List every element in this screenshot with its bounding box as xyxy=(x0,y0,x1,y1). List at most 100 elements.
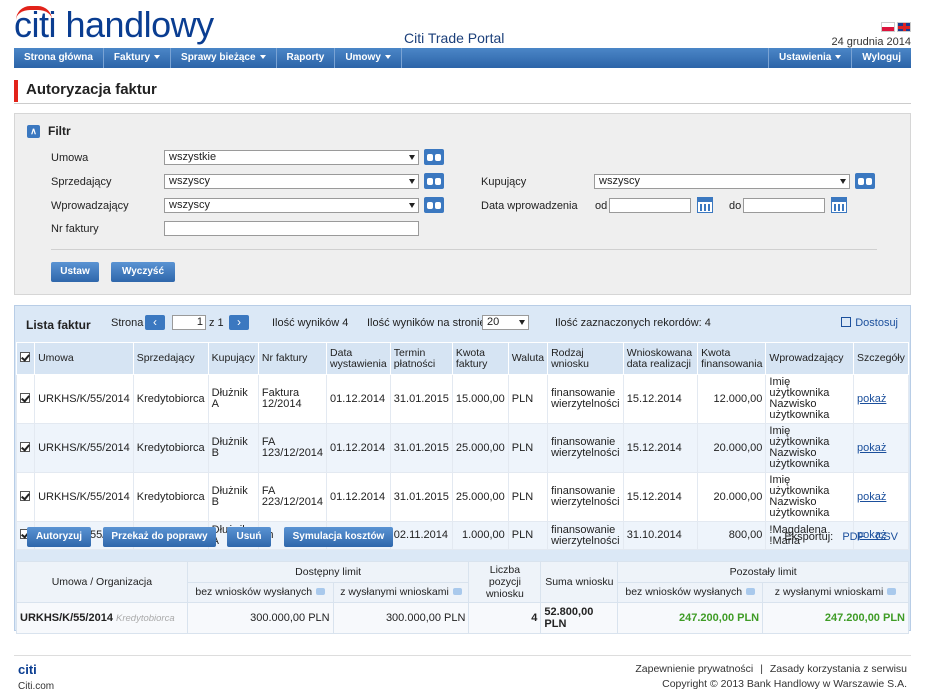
sum-col-pozostaly: Pozostały limit xyxy=(617,561,909,583)
col-kwota-faktury[interactable]: Kwota faktury xyxy=(451,342,509,375)
col-data-realizacji[interactable]: Wnioskowana data realizacji xyxy=(622,342,699,375)
info-icon[interactable] xyxy=(316,588,326,596)
binoculars-icon[interactable] xyxy=(424,197,444,213)
per-page-select[interactable]: 20 xyxy=(482,315,529,330)
nav-umowy[interactable]: Umowy xyxy=(335,48,402,68)
wprowadzajacy-select[interactable]: wszyscy xyxy=(164,198,419,213)
sum-umowa: URKHS/K/55/2014 Kredytobiorca xyxy=(16,602,188,634)
binoculars-icon[interactable] xyxy=(424,149,444,165)
edit-icon xyxy=(841,317,852,327)
cell-termin: 31.01.2015 xyxy=(389,423,453,473)
english-flag-icon[interactable] xyxy=(897,22,911,32)
symulacja-kosztow-button[interactable]: Symulacja kosztów xyxy=(284,527,393,547)
table-row: URKHS/K/55/2014 Kredytobiorca Dłużnik A … xyxy=(15,374,909,424)
info-icon[interactable] xyxy=(887,588,897,596)
sum-dost-bez: 300.000,00 PLN xyxy=(186,602,334,634)
dostosuj-link[interactable]: Dostosuj xyxy=(841,317,898,329)
sum-poz-bez: 247.200,00 PLN xyxy=(617,602,764,634)
page-input[interactable]: 1 xyxy=(172,315,206,330)
citi-com-link[interactable]: Citi.com xyxy=(18,681,54,692)
logo-arc xyxy=(16,6,52,20)
nav-raporty[interactable]: Raporty xyxy=(277,48,336,68)
cell-waluta: PLN xyxy=(507,423,549,473)
col-szczegoly[interactable]: Szczegóły xyxy=(853,342,909,375)
cell-rodzaj: finansowanie wierzytelności xyxy=(547,374,624,424)
row-checkbox[interactable] xyxy=(20,392,30,403)
cell-kwota: 1.000,00 xyxy=(451,521,509,550)
copyright-text: Copyright © 2013 Bank Handlowy w Warszaw… xyxy=(662,678,907,690)
binoculars-icon[interactable] xyxy=(424,173,444,189)
od-label: od xyxy=(595,200,608,212)
prev-page-button[interactable]: ‹ xyxy=(145,315,165,330)
col-kupujacy[interactable]: Kupujący xyxy=(207,342,259,375)
col-kwota-finansowania[interactable]: Kwota finansowania xyxy=(697,342,767,375)
sum-col-suma: Suma wniosku xyxy=(540,561,619,603)
next-page-button[interactable]: › xyxy=(229,315,249,330)
dropdown-arrow-icon xyxy=(409,203,415,208)
cell-kwota-fin: 20.000,00 xyxy=(697,423,767,473)
wyczysc-button[interactable]: Wyczyść xyxy=(111,262,175,282)
col-nr-faktury[interactable]: Nr faktury xyxy=(257,342,328,375)
sum-col-dost-bez: bez wniosków wysłanych xyxy=(186,581,334,603)
date-to-input[interactable] xyxy=(743,198,825,213)
cell-sprzedajacy: Kredytobiorca xyxy=(132,423,209,473)
calendar-icon[interactable] xyxy=(831,197,847,213)
terms-link[interactable]: Zasady korzystania z serwisu xyxy=(770,663,907,675)
portal-title: Citi Trade Portal xyxy=(404,30,505,46)
select-all-checkbox[interactable] xyxy=(20,352,30,362)
col-termin-platnosci[interactable]: Termin płatności xyxy=(389,342,453,375)
autoryzuj-button[interactable]: Autoryzuj xyxy=(27,527,91,547)
footer-citi-logo[interactable]: citi xyxy=(18,662,37,677)
cell-data-realizacji: 15.12.2014 xyxy=(622,374,699,424)
results-count: Ilość wyników 4 xyxy=(272,317,349,329)
cell-kwota-fin: 12.000,00 xyxy=(697,374,767,424)
col-data-wystawienia[interactable]: Data wystawienia xyxy=(326,342,391,375)
cell-data-wystawienia: 01.12.2014 xyxy=(326,423,391,473)
cell-kupujacy: Dłużnik B xyxy=(207,423,259,473)
select-all-checkbox-cell[interactable] xyxy=(15,342,36,375)
citi-handlowy-logo[interactable]: citi handlowy xyxy=(14,4,214,46)
kupujacy-select[interactable]: wszyscy xyxy=(594,174,850,189)
nav-strona-glowna[interactable]: Strona główna xyxy=(14,48,104,68)
per-page-label: Ilość wyników na stronie xyxy=(367,317,486,329)
umowa-label: Umowa xyxy=(51,152,89,164)
binoculars-icon[interactable] xyxy=(855,173,875,189)
sum-dost-z: 300.000,00 PLN xyxy=(332,602,470,634)
przekaz-do-poprawy-button[interactable]: Przekaż do poprawy xyxy=(103,527,216,547)
pokaz-link[interactable]: pokaż xyxy=(857,491,886,503)
info-icon[interactable] xyxy=(746,588,756,596)
info-icon[interactable] xyxy=(452,588,462,596)
date-from-input[interactable] xyxy=(609,198,691,213)
collapse-icon[interactable]: ∧ xyxy=(27,124,40,138)
export-pdf-link[interactable]: PDF xyxy=(842,531,864,543)
cell-nr-faktury: Faktura 12/2014 xyxy=(257,374,328,424)
sprzedajacy-select[interactable]: wszyscy xyxy=(164,174,419,189)
row-checkbox[interactable] xyxy=(20,441,30,452)
umowa-select[interactable]: wszystkie xyxy=(164,150,419,165)
cell-termin: 31.01.2015 xyxy=(389,472,453,522)
nr-faktury-input[interactable] xyxy=(164,221,419,236)
export-csv-link[interactable]: CSV xyxy=(875,531,898,543)
calendar-icon[interactable] xyxy=(697,197,713,213)
usun-button[interactable]: Usuń xyxy=(227,527,271,547)
col-sprzedajacy[interactable]: Sprzedający xyxy=(132,342,209,375)
nav-sprawy-biezace[interactable]: Sprawy bieżące xyxy=(171,48,277,68)
nav-faktury[interactable]: Faktury xyxy=(104,48,172,68)
pokaz-link[interactable]: pokaż xyxy=(857,442,886,454)
nav-ustawienia[interactable]: Ustawienia xyxy=(769,48,853,68)
current-date: 24 grudnia 2014 xyxy=(831,36,911,48)
col-rodzaj-wniosku[interactable]: Rodzaj wniosku xyxy=(547,342,624,375)
cell-kupujacy: Dłużnik B xyxy=(207,472,259,522)
pokaz-link[interactable]: pokaż xyxy=(857,393,886,405)
row-checkbox[interactable] xyxy=(20,490,30,501)
footer-divider xyxy=(14,655,911,656)
col-wprowadzajacy[interactable]: Wprowadzający xyxy=(765,342,855,375)
data-wprowadzenia-label: Data wprowadzenia xyxy=(481,200,578,212)
ustaw-button[interactable]: Ustaw xyxy=(51,262,99,282)
col-umowa[interactable]: Umowa xyxy=(34,342,134,375)
privacy-link[interactable]: Zapewnienie prywatności xyxy=(635,663,753,675)
col-waluta[interactable]: Waluta xyxy=(507,342,549,375)
nav-wyloguj[interactable]: Wyloguj xyxy=(852,48,911,68)
cell-kwota: 25.000,00 xyxy=(451,423,509,473)
polish-flag-icon[interactable] xyxy=(881,22,895,32)
